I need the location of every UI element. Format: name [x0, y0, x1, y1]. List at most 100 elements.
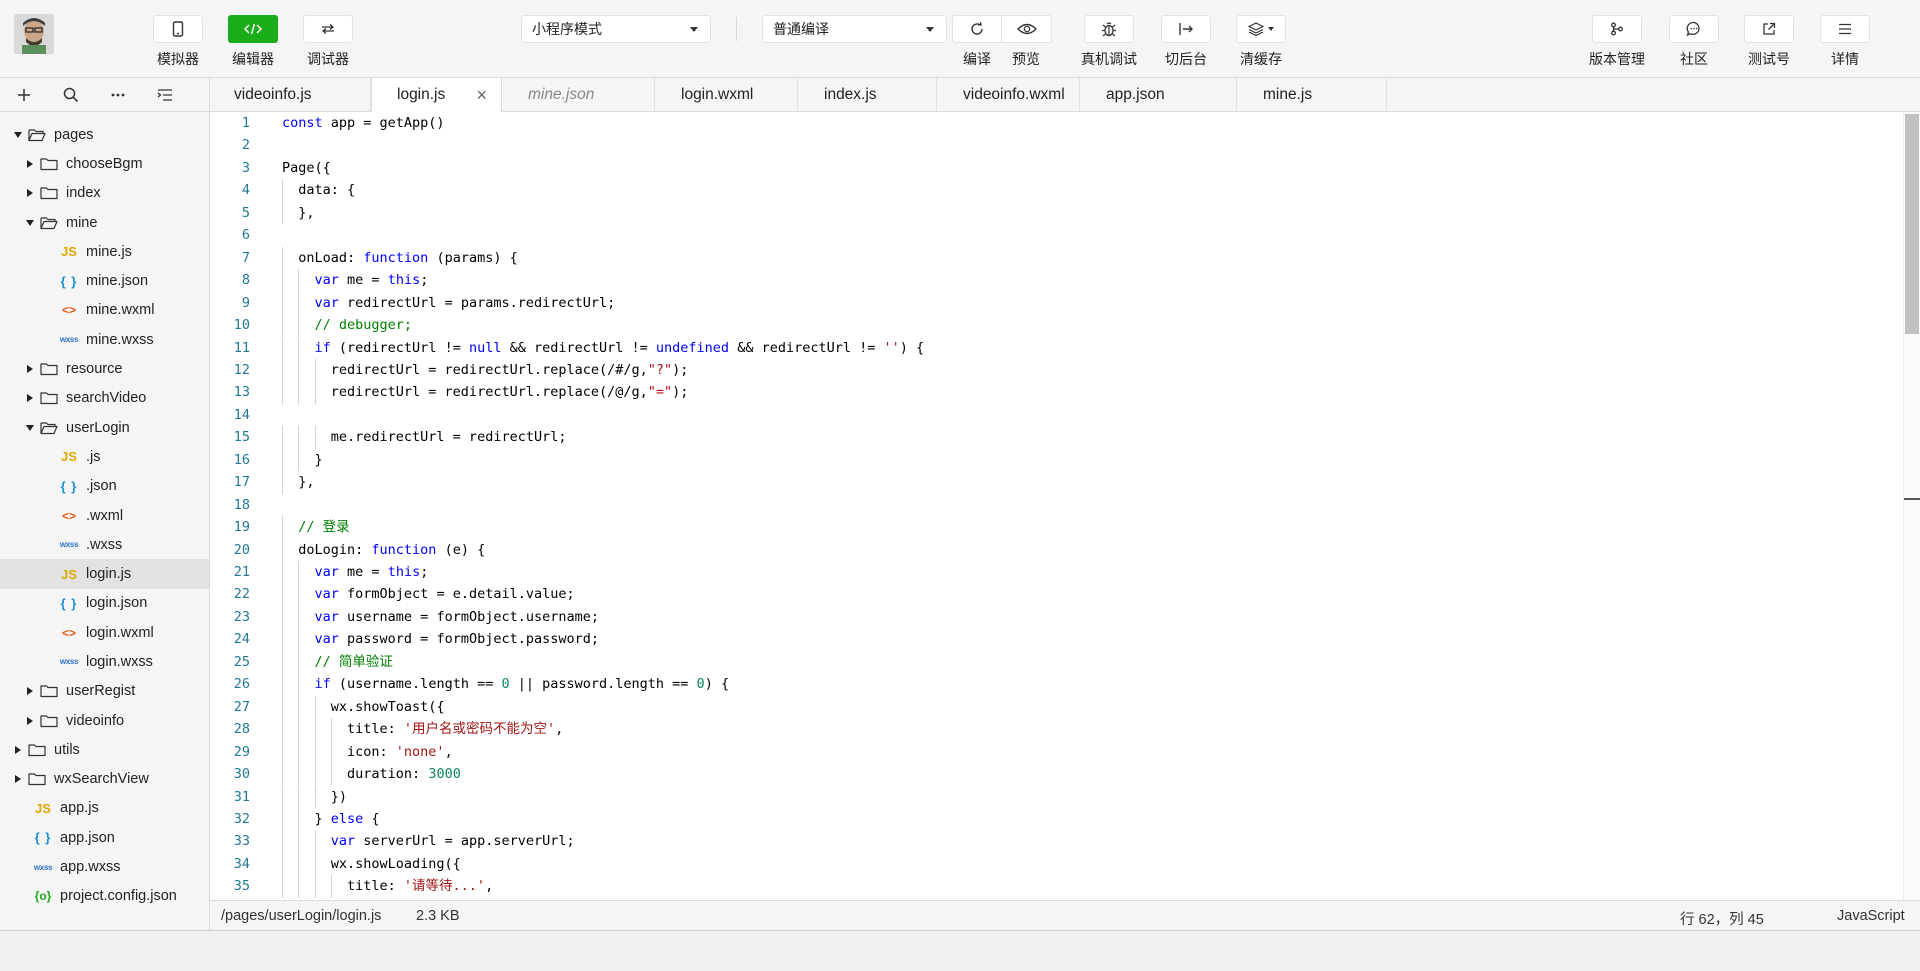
code-line[interactable]: 32 } else { — [210, 808, 1900, 830]
tree-folder[interactable]: index — [0, 179, 209, 208]
caret-right-icon[interactable] — [12, 773, 24, 785]
code-line[interactable]: 23 var username = formObject.username; — [210, 606, 1900, 628]
tree-folder[interactable]: userLogin — [0, 413, 209, 442]
tab-index-js[interactable]: index.js — [798, 78, 937, 112]
tree-file[interactable]: JS mine.js — [0, 237, 209, 266]
tab-videoinfo-wxml[interactable]: videoinfo.wxml — [937, 78, 1080, 112]
cursor-position[interactable]: 行 62，列 45 — [1680, 908, 1764, 929]
clear-cache-button[interactable]: 清缓存 — [1236, 15, 1286, 69]
code-line[interactable]: 8 var me = this; — [210, 269, 1900, 291]
scrollbar-thumb[interactable] — [1905, 114, 1919, 334]
caret-right-icon[interactable] — [24, 158, 36, 170]
caret-down-icon[interactable] — [12, 129, 24, 141]
caret-down-icon[interactable] — [24, 217, 36, 229]
code-line[interactable]: 22 var formObject = e.detail.value; — [210, 583, 1900, 605]
tree-file[interactable]: JS login.js — [0, 559, 209, 589]
code-line[interactable]: 34 wx.showLoading({ — [210, 853, 1900, 875]
tab-app-json[interactable]: app.json — [1080, 78, 1237, 112]
community-button[interactable]: 社区 — [1669, 15, 1719, 69]
code-line[interactable]: 24 var password = formObject.password; — [210, 628, 1900, 650]
tree-folder[interactable]: chooseBgm — [0, 149, 209, 178]
close-icon[interactable]: × — [476, 78, 487, 112]
tree-file[interactable]: { } mine.json — [0, 266, 209, 295]
code-line[interactable]: 35 title: '请等待...', — [210, 875, 1900, 897]
tree-folder[interactable]: wxSearchView — [0, 765, 209, 794]
editor-button[interactable]: 编辑器 — [228, 15, 278, 69]
caret-right-icon[interactable] — [24, 187, 36, 199]
background-button[interactable]: 切后台 — [1161, 15, 1211, 69]
code-line[interactable]: 9 var redirectUrl = params.redirectUrl; — [210, 292, 1900, 314]
code-editor[interactable]: 1 const app = getApp() 2 3 Page({4 data: {5 … — [210, 112, 1903, 900]
preview-button[interactable] — [1002, 15, 1052, 43]
tree-folder[interactable]: videoinfo — [0, 706, 209, 735]
tree-folder[interactable]: utils — [0, 735, 209, 764]
caret-right-icon[interactable] — [12, 744, 24, 756]
remote-debug-button[interactable]: 真机调试 — [1081, 15, 1137, 69]
tab-login-wxml[interactable]: login.wxml — [655, 78, 798, 112]
code-line[interactable]: 11 if (redirectUrl != null && redirectUr… — [210, 337, 1900, 359]
mode-select[interactable]: 小程序模式 — [521, 15, 711, 43]
tree-file[interactable]: wxss .wxss — [0, 530, 209, 559]
simulator-button[interactable]: 模拟器 — [153, 15, 203, 69]
tree-file[interactable]: wxss login.wxss — [0, 647, 209, 676]
code-line[interactable]: 19 // 登录 — [210, 516, 1900, 538]
file-path[interactable]: /pages/userLogin/login.js — [221, 908, 381, 924]
tab-mine-js[interactable]: mine.js — [1237, 78, 1387, 112]
editor-scrollbar[interactable] — [1903, 112, 1920, 900]
tree-file[interactable]: wxss mine.wxss — [0, 325, 209, 354]
caret-right-icon[interactable] — [24, 715, 36, 727]
tree-file[interactable]: <> .wxml — [0, 501, 209, 530]
tree-file[interactable]: JS .js — [0, 442, 209, 471]
tab-videoinfo-js[interactable]: videoinfo.js — [210, 78, 371, 112]
code-line[interactable]: 5 }, — [210, 202, 1900, 224]
caret-down-icon[interactable] — [24, 422, 36, 434]
code-line[interactable]: 13 redirectUrl = redirectUrl.replace(/@/… — [210, 381, 1900, 403]
language-mode[interactable]: JavaScript — [1837, 908, 1905, 924]
caret-right-icon[interactable] — [24, 392, 36, 404]
tree-folder[interactable]: searchVideo — [0, 384, 209, 413]
code-line[interactable]: 4 data: { — [210, 179, 1900, 201]
code-line[interactable]: 20 doLogin: function (e) { — [210, 539, 1900, 561]
code-line[interactable]: 14 — [210, 404, 1900, 426]
collapse-button[interactable] — [141, 78, 188, 112]
avatar[interactable] — [14, 14, 54, 54]
tree-folder[interactable]: resource — [0, 354, 209, 383]
tree-file[interactable]: {o} project.config.json — [0, 882, 209, 911]
code-line[interactable]: 33 var serverUrl = app.serverUrl; — [210, 830, 1900, 852]
caret-right-icon[interactable] — [24, 685, 36, 697]
tree-folder[interactable]: pages — [0, 120, 209, 149]
code-line[interactable]: 10 // debugger; — [210, 314, 1900, 336]
compile-mode-select[interactable]: 普通编译 — [762, 15, 947, 43]
code-line[interactable]: 15 me.redirectUrl = redirectUrl; — [210, 426, 1900, 448]
tree-file[interactable]: wxss app.wxss — [0, 852, 209, 881]
code-line[interactable]: 27 wx.showToast({ — [210, 696, 1900, 718]
details-button[interactable]: 详情 — [1820, 15, 1870, 69]
code-line[interactable]: 3 Page({ — [210, 157, 1900, 179]
tree-folder[interactable]: userRegist — [0, 677, 209, 706]
test-account-button[interactable]: 测试号 — [1744, 15, 1794, 69]
tree-file[interactable]: { } .json — [0, 472, 209, 501]
code-line[interactable]: 21 var me = this; — [210, 561, 1900, 583]
code-line[interactable]: 31 }) — [210, 786, 1900, 808]
code-line[interactable]: 1 const app = getApp() — [210, 112, 1900, 134]
tree-file[interactable]: { } login.json — [0, 589, 209, 618]
code-line[interactable]: 2 — [210, 134, 1900, 156]
tree-file[interactable]: JS app.js — [0, 794, 209, 823]
tree-folder[interactable]: mine — [0, 208, 209, 237]
tree-file[interactable]: <> mine.wxml — [0, 296, 209, 325]
version-mgmt-button[interactable]: 版本管理 — [1589, 15, 1645, 69]
more-button[interactable] — [94, 78, 141, 112]
code-line[interactable]: 12 redirectUrl = redirectUrl.replace(/#/… — [210, 359, 1900, 381]
debugger-button[interactable]: 调试器 — [303, 15, 353, 69]
code-line[interactable]: 17 }, — [210, 471, 1900, 493]
code-line[interactable]: 29 icon: 'none', — [210, 741, 1900, 763]
tab-mine-json[interactable]: mine.json — [502, 78, 655, 112]
code-line[interactable]: 25 // 简单验证 — [210, 651, 1900, 673]
compile-button[interactable] — [952, 15, 1002, 43]
code-line[interactable]: 30 duration: 3000 — [210, 763, 1900, 785]
code-line[interactable]: 6 — [210, 224, 1900, 246]
caret-right-icon[interactable] — [24, 363, 36, 375]
code-line[interactable]: 18 — [210, 494, 1900, 516]
add-file-button[interactable] — [0, 78, 47, 112]
tab-login-js[interactable]: login.js × — [371, 78, 502, 113]
